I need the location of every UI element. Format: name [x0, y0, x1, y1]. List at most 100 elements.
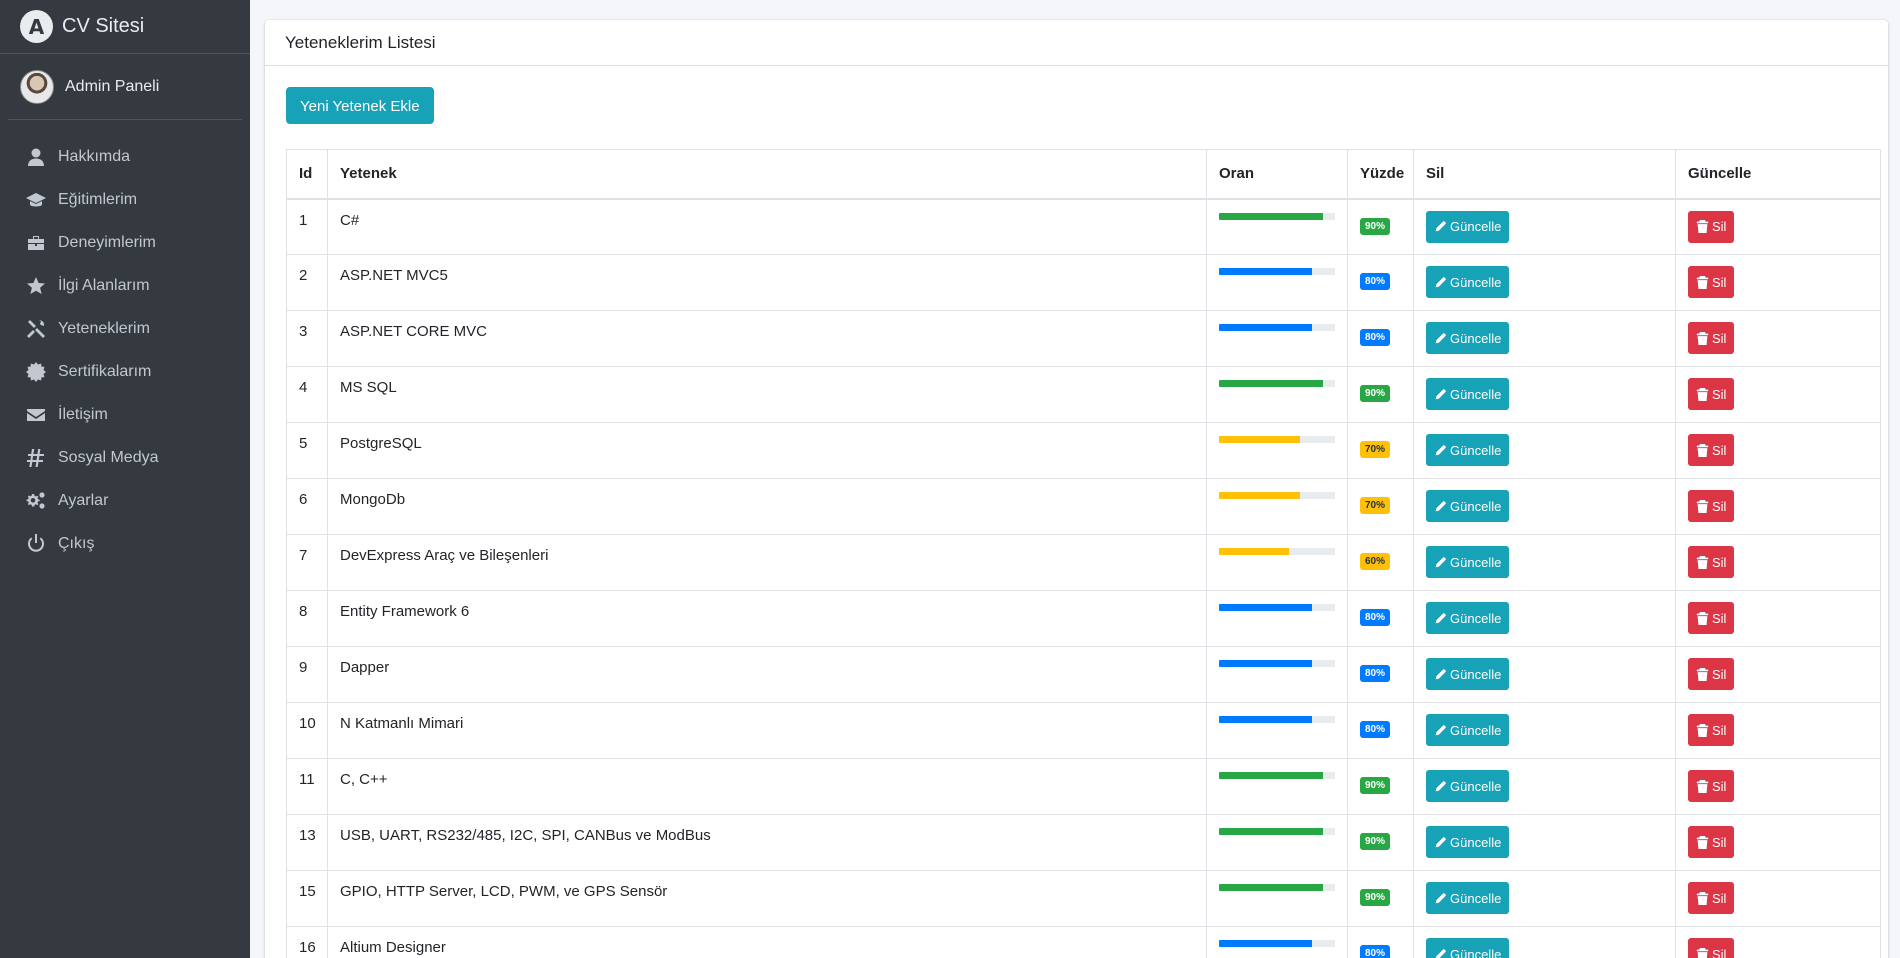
delete-button-label: Sil: [1712, 330, 1727, 346]
cell-delete: Sil: [1675, 366, 1881, 423]
progress-bar: [1219, 436, 1335, 443]
cell-ratio: [1206, 590, 1348, 647]
update-button[interactable]: Güncelle: [1426, 602, 1510, 634]
percent-badge: 60%: [1360, 553, 1391, 570]
cell-percent: 90%: [1347, 366, 1414, 423]
sidebar-item-briefcase[interactable]: Deneyimlerim: [8, 221, 242, 264]
delete-button[interactable]: Sil: [1688, 826, 1735, 858]
delete-button[interactable]: Sil: [1688, 602, 1735, 634]
delete-button-label: Sil: [1712, 219, 1727, 234]
cell-id: 4: [286, 366, 328, 423]
update-button[interactable]: Güncelle: [1426, 266, 1510, 298]
update-button[interactable]: Güncelle: [1426, 770, 1510, 802]
update-button[interactable]: Güncelle: [1426, 826, 1510, 858]
sidebar-item-certificate[interactable]: Sertifikalarım: [8, 350, 242, 393]
update-button-label: Güncelle: [1450, 890, 1502, 906]
delete-button[interactable]: Sil: [1688, 266, 1735, 298]
percent-badge: 80%: [1360, 609, 1391, 626]
sidebar-item-tools[interactable]: Yeteneklerim: [8, 307, 242, 350]
sidebar-item-hashtag[interactable]: Sosyal Medya: [8, 436, 242, 479]
cell-ratio: [1206, 478, 1348, 535]
update-button[interactable]: Güncelle: [1426, 490, 1510, 522]
delete-button[interactable]: Sil: [1688, 434, 1735, 466]
cell-id: 9: [286, 646, 328, 703]
cell-update: Güncelle: [1413, 478, 1676, 535]
sidebar-item-label: Deneyimlerim: [58, 233, 156, 251]
trash-icon: [1696, 891, 1712, 905]
update-button-label: Güncelle: [1450, 778, 1502, 794]
sidebar-item-envelope[interactable]: İletişim: [8, 393, 242, 436]
cell-delete: Sil: [1675, 478, 1881, 535]
update-button[interactable]: Güncelle: [1426, 434, 1510, 466]
trash-icon: [1696, 443, 1712, 457]
cell-ratio: [1206, 310, 1348, 367]
cell-skill: C#: [327, 198, 1207, 255]
cogs-icon: [25, 491, 47, 511]
update-button[interactable]: Güncelle: [1426, 322, 1510, 354]
cell-update: Güncelle: [1413, 590, 1676, 647]
trash-icon: [1696, 947, 1712, 958]
sidebar-item-power[interactable]: Çıkış: [8, 522, 242, 565]
delete-button[interactable]: Sil: [1688, 714, 1735, 746]
delete-button[interactable]: Sil: [1688, 658, 1735, 690]
sidebar-item-graduation-cap[interactable]: Eğitimlerim: [8, 178, 242, 221]
update-button[interactable]: Güncelle: [1426, 210, 1510, 243]
add-skill-button[interactable]: Yeni Yetenek Ekle: [286, 87, 434, 124]
cell-delete: Sil: [1675, 814, 1881, 871]
delete-button[interactable]: Sil: [1688, 378, 1735, 410]
delete-button[interactable]: Sil: [1688, 210, 1735, 243]
delete-button[interactable]: Sil: [1688, 490, 1735, 522]
percent-badge: 80%: [1360, 721, 1391, 738]
cell-delete: Sil: [1675, 646, 1881, 703]
sidebar-item-label: Hakkımda: [58, 147, 131, 165]
progress-bar: [1219, 212, 1335, 220]
update-button[interactable]: Güncelle: [1426, 378, 1510, 410]
delete-button[interactable]: Sil: [1688, 770, 1735, 802]
percent-badge: 80%: [1360, 665, 1391, 682]
cell-ratio: [1206, 646, 1348, 703]
delete-button-label: Sil: [1712, 386, 1727, 402]
delete-button[interactable]: Sil: [1688, 882, 1735, 914]
progress-bar: [1219, 380, 1335, 387]
cell-skill: MS SQL: [327, 366, 1207, 423]
delete-button[interactable]: Sil: [1688, 322, 1735, 354]
update-button[interactable]: Güncelle: [1426, 882, 1510, 914]
update-button[interactable]: Güncelle: [1426, 714, 1510, 746]
cell-percent: 90%: [1347, 758, 1414, 815]
cell-delete: Sil: [1675, 870, 1881, 927]
table-row: 5 PostgreSQL 70% Güncelle Sil: [286, 422, 1881, 479]
sidebar-item-cogs[interactable]: Ayarlar: [8, 479, 242, 522]
delete-button[interactable]: Sil: [1688, 546, 1735, 578]
pencil-icon: [1434, 948, 1450, 958]
cell-ratio: [1206, 422, 1348, 479]
cell-delete: Sil: [1675, 254, 1881, 311]
update-button[interactable]: Güncelle: [1426, 546, 1510, 578]
sidebar-item-label: İletişim: [58, 405, 108, 423]
cell-id: 2: [286, 254, 328, 311]
sidebar-item-star[interactable]: İlgi Alanlarım: [8, 264, 242, 307]
progress-fill: [1219, 268, 1312, 275]
table-row: 11 C, C++ 90% Güncelle Sil: [286, 758, 1881, 815]
user-panel[interactable]: Admin Paneli: [8, 54, 242, 120]
progress-bar: [1219, 324, 1335, 331]
pencil-icon: [1434, 276, 1450, 289]
cell-skill: ASP.NET MVC5: [327, 254, 1207, 311]
cell-percent: 70%: [1347, 422, 1414, 479]
brand-link[interactable]: A CV Sitesi: [0, 0, 250, 54]
update-button[interactable]: Güncelle: [1426, 658, 1510, 690]
cell-percent: 70%: [1347, 478, 1414, 535]
progress-fill: [1219, 436, 1301, 443]
sidebar-item-user[interactable]: Hakkımda: [8, 135, 242, 178]
progress-fill: [1219, 772, 1324, 779]
pencil-icon: [1434, 388, 1450, 401]
progress-fill: [1219, 716, 1312, 723]
update-button[interactable]: Güncelle: [1426, 938, 1510, 958]
delete-button[interactable]: Sil: [1688, 938, 1735, 958]
update-button-label: Güncelle: [1450, 498, 1502, 514]
progress-bar: [1219, 716, 1335, 723]
progress-fill: [1219, 212, 1324, 220]
cell-delete: Sil: [1675, 534, 1881, 591]
pencil-icon: [1434, 724, 1450, 737]
trash-icon: [1696, 499, 1712, 513]
cell-skill: DevExpress Araç ve Bileşenleri: [327, 534, 1207, 591]
